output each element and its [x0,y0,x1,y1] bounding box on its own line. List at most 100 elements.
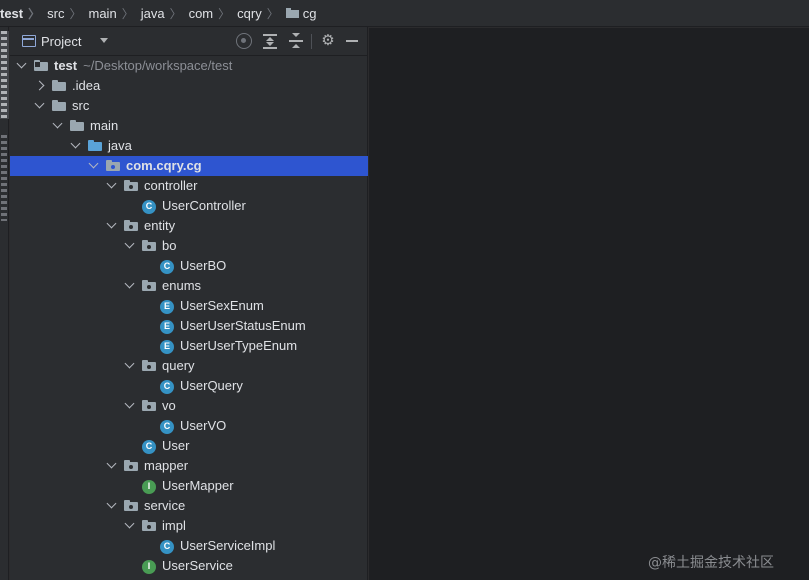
chevron-down-icon[interactable] [88,158,99,169]
tool-window-strip [0,27,9,580]
project-panel-header: Project ⚙ [10,27,368,56]
chevron-down-icon[interactable] [106,458,117,469]
tree-row[interactable]: C UserServiceImpl [10,536,368,556]
breadcrumb-label: main [88,5,117,21]
project-panel: Project ⚙ test ~/Desktop/workspace/test .i… [10,27,368,580]
tree-item-text: User [162,438,190,453]
editor-area[interactable] [369,28,809,580]
chevron-right-icon[interactable] [34,80,45,91]
tree-row[interactable]: I UserMapper [10,476,368,496]
breadcrumb: test 〉 src 〉 main 〉 java 〉 com 〉 cqry 〉 cg [0,0,809,27]
project-view-icon [22,35,36,47]
tree-item-label: UserBO [180,258,226,273]
tree-item-text: UserMapper [162,478,234,493]
breadcrumb-item[interactable]: src 〉 [47,0,88,27]
gear-icon[interactable]: ⚙ [320,33,336,49]
tree-item-text: bo [162,238,177,253]
watermark-text: @稀土掘金技术社区 [648,555,774,571]
breadcrumb-item[interactable]: test 〉 [0,0,47,27]
package-icon [142,239,156,253]
tree-row[interactable]: mapper [10,456,368,476]
chevron-down-icon[interactable] [124,398,135,409]
tree-row[interactable]: bo [10,236,368,256]
tree-row[interactable]: C User [10,436,368,456]
breadcrumb-item[interactable]: main 〉 [89,0,141,27]
project-tree: test ~/Desktop/workspace/test .idea src main… [10,56,368,580]
breadcrumb-label: test [0,5,24,21]
breadcrumb-item[interactable]: cqry 〉 [237,0,286,27]
breadcrumb-item[interactable]: cg [285,0,316,27]
tree-row[interactable]: main [10,116,368,136]
tree-row[interactable]: C UserController [10,196,368,216]
tree-row[interactable]: C UserQuery [10,376,368,396]
tree-row[interactable]: service [10,496,368,516]
tree-row[interactable]: com.cqry.cg [10,156,368,176]
tree-item-text: src [72,98,90,113]
java-class-icon: C [142,200,156,214]
tree-row[interactable]: .idea [10,76,368,96]
tree-row[interactable]: controller [10,176,368,196]
breadcrumb-separator-icon: 〉 [266,6,279,21]
java-class-icon: C [160,420,174,434]
tree-row[interactable]: vo [10,396,368,416]
tree-item-text: main [90,118,119,133]
breadcrumb-item[interactable]: java 〉 [141,0,189,27]
tree-row[interactable]: E UserUserTypeEnum [10,336,368,356]
chevron-down-icon[interactable] [106,218,117,229]
tree-item-text: service [144,498,186,513]
chevron-down-icon[interactable] [124,278,135,289]
tree-row[interactable]: entity [10,216,368,236]
java-class-icon: C [160,540,174,554]
tree-item-text: UserVO [180,418,227,433]
java-interface-icon: I [142,480,156,494]
tree-row[interactable]: query [10,356,368,376]
tree-row[interactable]: test ~/Desktop/workspace/test [10,56,368,76]
breadcrumb-label: java [140,5,165,21]
tree-item-text: com.cqry.cg [126,158,202,173]
chevron-down-icon[interactable] [106,178,117,189]
tree-row[interactable]: C UserVO [10,416,368,436]
chevron-down-icon[interactable] [16,58,27,69]
chevron-down-icon[interactable] [52,118,63,129]
breadcrumb-label: src [47,5,65,21]
tree-item-label: UserServiceImpl [180,538,275,553]
tree-row[interactable]: C UserBO [10,256,368,276]
tree-row[interactable]: E UserSexEnum [10,296,368,316]
expand-all-icon[interactable] [262,33,278,49]
chevron-down-icon[interactable] [70,138,81,149]
tree-item-text: UserBO [180,258,227,273]
breadcrumb-item[interactable]: com 〉 [189,0,238,27]
tree-item-text: UserService [162,558,233,573]
tree-row[interactable]: java [10,136,368,156]
source-folder-icon [88,139,102,153]
breadcrumb-separator-icon: 〉 [28,6,41,21]
tree-item-text: vo [162,398,176,413]
chevron-down-icon[interactable] [100,38,108,43]
tree-item-label: vo [162,398,176,413]
package-icon [142,399,156,413]
chevron-down-icon[interactable] [124,238,135,249]
tree-item-label: UserUserStatusEnum [180,318,306,333]
tree-row[interactable]: enums [10,276,368,296]
toolbar-divider [311,34,312,49]
chevron-down-icon[interactable] [106,498,117,509]
folder-icon [70,119,84,133]
tree-row[interactable]: I UserService [10,556,368,576]
java-class-icon: C [142,440,156,454]
tree-item-text: entity [144,218,176,233]
chevron-down-icon[interactable] [124,518,135,529]
tree-item-text: UserUserTypeEnum [180,338,298,353]
tree-row[interactable]: src [10,96,368,116]
tool-tab-commit[interactable] [0,135,9,221]
project-view-title[interactable]: Project [41,34,81,49]
tool-tab-project[interactable] [0,31,9,119]
chevron-down-icon[interactable] [34,98,45,109]
tree-row[interactable]: impl [10,516,368,536]
tree-row[interactable]: E UserUserStatusEnum [10,316,368,336]
collapse-all-icon[interactable] [288,33,304,49]
tree-item-label: service [144,498,185,513]
chevron-down-icon[interactable] [124,358,135,369]
locate-icon[interactable] [236,33,252,49]
tree-item-label: controller [144,178,197,193]
minimize-icon[interactable] [346,40,358,42]
